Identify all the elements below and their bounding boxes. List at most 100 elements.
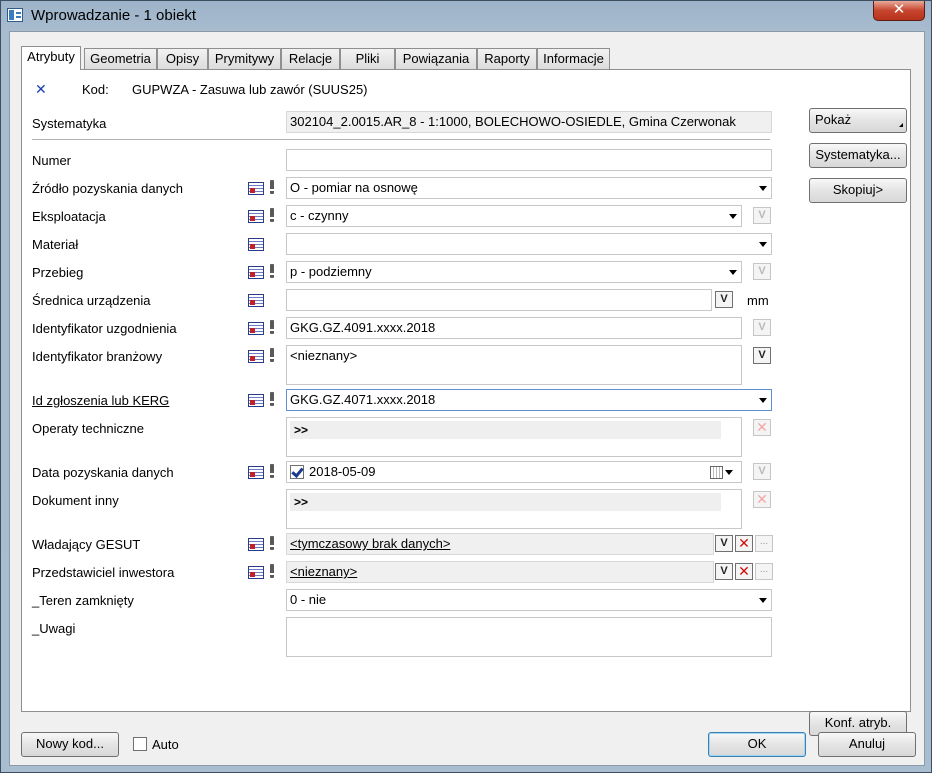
material-select[interactable] xyxy=(286,233,772,255)
tab-powiazania[interactable]: Powiązania xyxy=(395,48,477,69)
operaty-value[interactable]: >> xyxy=(290,421,721,439)
validate-button[interactable]: V xyxy=(753,347,771,364)
id-zgloszenia-label[interactable]: Id zgłoszenia lub KERG xyxy=(32,393,169,408)
id-uzgodnienia-input[interactable]: GKG.GZ.4091.xxxx.2018 xyxy=(286,317,742,339)
remove-button[interactable]: ✕ xyxy=(735,563,753,580)
browse-button[interactable]: ... xyxy=(755,535,773,552)
title-bar[interactable]: Wprowadzanie - 1 obiekt ✕ xyxy=(1,1,931,31)
wladajacy-value[interactable]: <tymczasowy brak danych> xyxy=(290,536,450,551)
chevron-down-icon[interactable] xyxy=(759,242,767,247)
teren-select[interactable]: 0 - nie xyxy=(286,589,772,611)
srednica-input[interactable] xyxy=(286,289,712,311)
ok-button[interactable]: OK xyxy=(708,732,806,757)
dictionary-icon[interactable] xyxy=(248,236,264,251)
window-title: Wprowadzanie - 1 obiekt xyxy=(31,7,197,24)
remove-button[interactable]: ✕ xyxy=(753,419,771,436)
header-separator xyxy=(32,139,770,140)
tab-opisy[interactable]: Opisy xyxy=(157,48,208,69)
dictionary-icon[interactable] xyxy=(248,348,264,363)
auto-label[interactable]: Auto xyxy=(152,737,179,752)
dictionary-icon[interactable] xyxy=(248,292,264,307)
tab-atrybuty[interactable]: Atrybuty xyxy=(21,46,81,70)
dokument-value[interactable]: >> xyxy=(290,493,721,511)
uwagi-textarea[interactable] xyxy=(286,617,772,657)
przedstawiciel-value[interactable]: <nieznany> xyxy=(290,564,357,579)
dictionary-icon[interactable] xyxy=(248,180,264,195)
tab-prymitywy[interactable]: Prymitywy xyxy=(208,48,281,69)
pokaz-label: Pokaż xyxy=(815,112,852,127)
browse-button[interactable]: ... xyxy=(755,563,773,580)
id-zgloszenia-select[interactable]: GKG.GZ.4071.xxxx.2018 xyxy=(286,389,772,411)
przebieg-select[interactable]: p - podziemny xyxy=(286,261,742,283)
remove-button[interactable]: ✕ xyxy=(735,535,753,552)
validate-button[interactable]: V xyxy=(753,263,771,280)
validate-button[interactable]: V xyxy=(753,319,771,336)
dictionary-icon[interactable] xyxy=(248,320,264,335)
close-icon[interactable]: ✕ xyxy=(35,81,47,98)
chevron-down-icon[interactable] xyxy=(725,470,733,475)
required-icon xyxy=(270,348,274,362)
zrodlo-value: O - pomiar na osnowę xyxy=(290,180,418,195)
remove-button[interactable]: ✕ xyxy=(753,491,771,508)
przebieg-label: Przebieg xyxy=(32,265,84,280)
dictionary-icon[interactable] xyxy=(248,536,264,551)
skopiuj-button[interactable]: Skopiuj> xyxy=(809,178,907,203)
required-icon xyxy=(270,320,274,334)
chevron-down-icon[interactable] xyxy=(729,214,737,219)
zrodlo-label: Źródło pozyskania danych xyxy=(32,181,184,196)
close-button[interactable]: ✕ xyxy=(873,1,925,21)
dictionary-icon[interactable] xyxy=(248,264,264,279)
anuluj-button[interactable]: Anuluj xyxy=(818,732,916,757)
tab-informacje[interactable]: Informacje xyxy=(537,48,610,69)
required-icon xyxy=(270,264,274,278)
validate-button[interactable]: V xyxy=(753,207,771,224)
dictionary-icon[interactable] xyxy=(248,392,264,407)
tab-geometria[interactable]: Geometria xyxy=(84,48,157,69)
data-picker[interactable]: 2018-05-09 xyxy=(286,461,742,483)
tab-pliki[interactable]: Pliki xyxy=(340,48,395,69)
chevron-down-icon[interactable] xyxy=(759,598,767,603)
pokaz-button[interactable]: Pokaż xyxy=(809,108,907,133)
required-icon xyxy=(270,536,274,550)
id-zgloszenia-value: GKG.GZ.4071.xxxx.2018 xyxy=(290,392,436,407)
systematyka-field: 302104_2.0015.AR_8 - 1:1000, BOLECHOWO-O… xyxy=(286,111,772,133)
dokument-label: Dokument inny xyxy=(32,493,119,508)
wladajacy-label: Władający GESUT xyxy=(32,537,141,552)
data-checkbox[interactable] xyxy=(290,465,304,479)
nowy-kod-button[interactable]: Nowy kod... xyxy=(21,732,119,757)
chevron-down-icon[interactable] xyxy=(729,270,737,275)
przebieg-value: p - podziemny xyxy=(290,264,372,279)
dictionary-icon[interactable] xyxy=(248,564,264,579)
calendar-icon[interactable] xyxy=(710,466,723,479)
operaty-list[interactable]: >> xyxy=(286,417,742,457)
kod-value: GUPWZA - Zasuwa lub zawór (SUUS25) xyxy=(132,82,368,97)
numer-input[interactable] xyxy=(286,149,772,171)
required-icon xyxy=(270,564,274,578)
dokument-list[interactable]: >> xyxy=(286,489,742,529)
material-label: Materiał xyxy=(32,237,79,252)
przedstawiciel-label: Przedstawiciel inwestora xyxy=(32,565,175,580)
systematyka-button[interactable]: Systematyka... xyxy=(809,143,907,168)
wladajacy-field[interactable]: <tymczasowy brak danych> xyxy=(286,533,714,555)
validate-button[interactable]: V xyxy=(715,563,733,580)
validate-button[interactable]: V xyxy=(753,463,771,480)
tab-raporty[interactable]: Raporty xyxy=(477,48,537,69)
dictionary-icon[interactable] xyxy=(248,208,264,223)
przedstawiciel-field[interactable]: <nieznany> xyxy=(286,561,714,583)
attributes-panel: ✕ Kod: GUPWZA - Zasuwa lub zawór (SUUS25… xyxy=(21,69,911,736)
zrodlo-select[interactable]: O - pomiar na osnowę xyxy=(286,177,772,199)
systematyka-label: Systematyka xyxy=(32,116,107,131)
validate-button[interactable]: V xyxy=(715,535,733,552)
auto-checkbox[interactable] xyxy=(133,737,147,751)
dictionary-icon[interactable] xyxy=(248,464,264,479)
chevron-down-icon[interactable] xyxy=(759,186,767,191)
eksploatacja-select[interactable]: c - czynny xyxy=(286,205,742,227)
chevron-down-icon[interactable] xyxy=(759,398,767,403)
required-icon xyxy=(270,464,274,478)
id-branzowy-input[interactable]: <nieznany> xyxy=(286,345,742,385)
dialog-client: Atrybuty Geometria Opisy Prymitywy Relac… xyxy=(9,31,925,766)
validate-button[interactable]: V xyxy=(715,291,733,308)
operaty-label: Operaty techniczne xyxy=(32,421,145,436)
required-icon xyxy=(270,180,274,194)
tab-relacje[interactable]: Relacje xyxy=(281,48,340,69)
